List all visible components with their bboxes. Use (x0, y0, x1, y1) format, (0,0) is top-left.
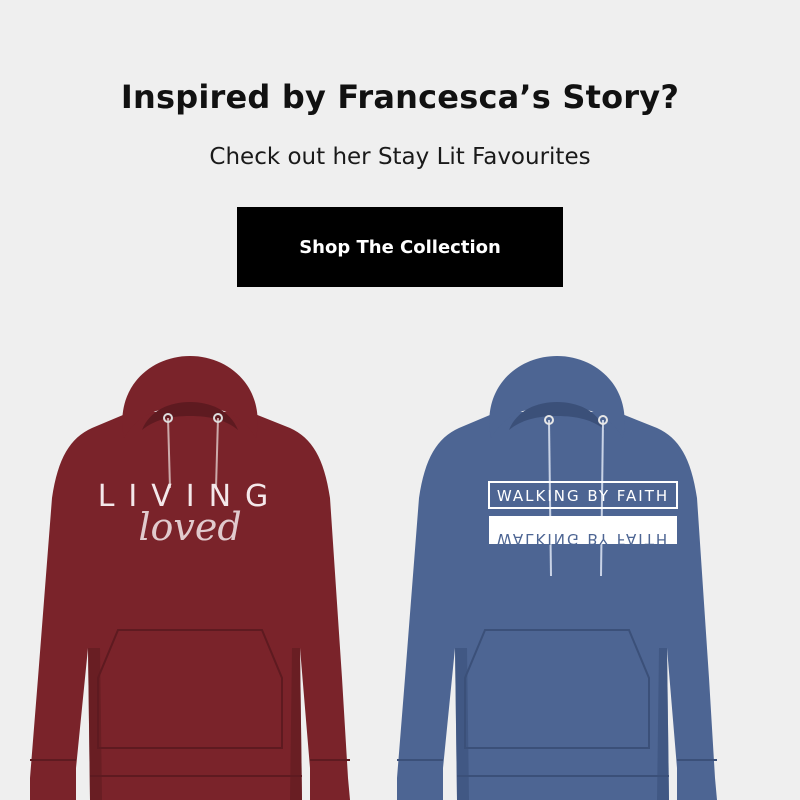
shop-collection-button[interactable]: Shop The Collection (237, 207, 563, 287)
page-subtitle: Check out her Stay Lit Favourites (209, 144, 591, 170)
hoodie-illustration: WALKING BY FAITH WALKING BY FAITH (397, 356, 717, 800)
product-image-walking-by-faith-hoodie[interactable]: WALKING BY FAITH WALKING BY FAITH (397, 348, 717, 800)
hoodie-illustration: LIVING loved (30, 356, 350, 800)
page-title: Inspired by Francesca’s Story? (120, 78, 680, 116)
print-script-text: loved (138, 505, 241, 549)
product-image-living-loved-hoodie[interactable]: LIVING loved (30, 348, 350, 800)
print-mirror-text: WALKING BY FAITH (497, 530, 669, 548)
print-main-text: WALKING BY FAITH (497, 487, 669, 505)
promo-banner: Inspired by Francesca’s Story? Check out… (0, 0, 800, 800)
